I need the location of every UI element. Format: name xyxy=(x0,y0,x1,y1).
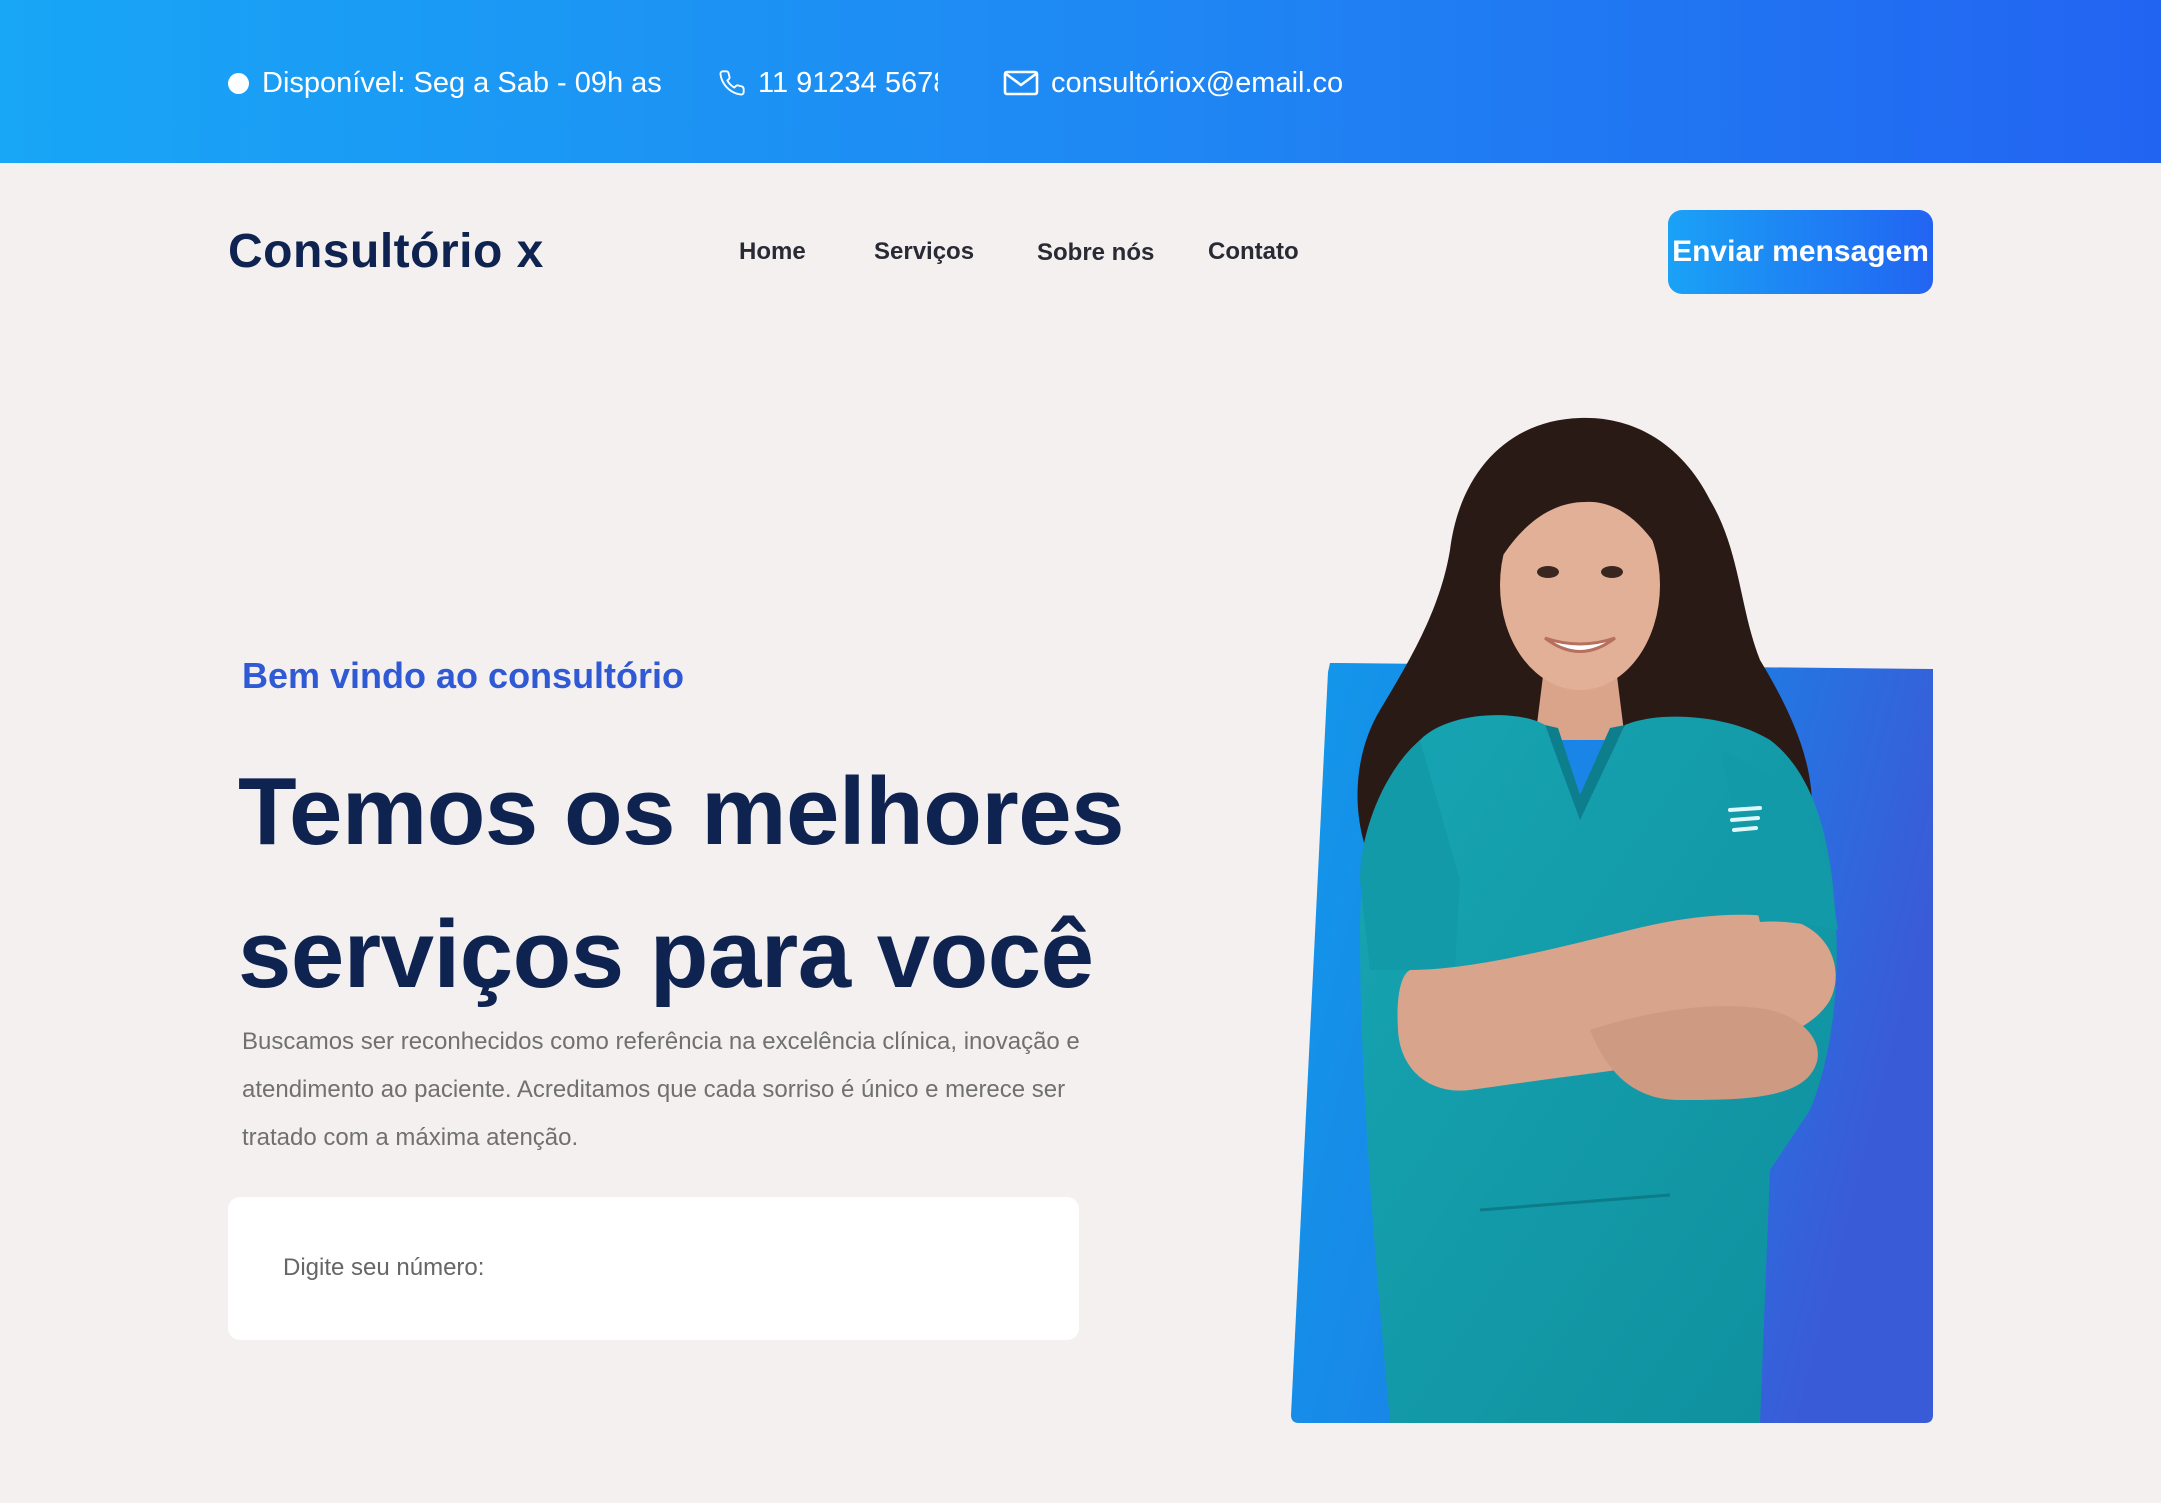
site-logo[interactable]: Consultório x xyxy=(228,222,544,282)
welcome-subtitle: Bem vindo ao consultório xyxy=(242,655,685,696)
hero-description: Buscamos ser reconhecidos como referênci… xyxy=(242,1028,1080,1151)
send-message-button[interactable]: Enviar mensagem xyxy=(1668,210,1933,294)
hero-headline: Temos os melhores serviços para você xyxy=(238,740,1238,1026)
nav-sobre-nos[interactable]: Sobre nós xyxy=(1037,233,1154,273)
nav-contato[interactable]: Contato xyxy=(1208,232,1299,272)
availability-text: Disponível: Seg a Sab - 09h as xyxy=(262,67,662,99)
phone-input-card xyxy=(228,1197,1079,1340)
nav-home[interactable]: Home xyxy=(739,232,806,272)
status-dot-icon xyxy=(228,72,249,94)
mail-icon xyxy=(1003,70,1039,96)
headline-line-1: Temos os melhores xyxy=(238,758,1125,865)
phone-icon xyxy=(719,70,745,96)
availability-info: Disponível: Seg a Sab - 09h as xyxy=(228,62,678,104)
page-bottom-divider xyxy=(0,1503,2161,1508)
email-info[interactable]: consultóriox@email.co xyxy=(1003,62,1358,104)
email-text: consultóriox@email.co xyxy=(1051,67,1344,99)
phone-text: 11 91234 5678 xyxy=(758,67,938,99)
phone-number-input[interactable] xyxy=(283,1245,1023,1291)
phone-info[interactable]: 11 91234 5678 xyxy=(718,62,938,104)
nav-servicos[interactable]: Serviços xyxy=(874,232,974,272)
top-info-bar: Disponível: Seg a Sab - 09h as 11 91234 … xyxy=(0,0,2161,163)
doctor-photo xyxy=(1291,417,1933,1423)
headline-line-2: serviços para você xyxy=(238,901,1094,1008)
